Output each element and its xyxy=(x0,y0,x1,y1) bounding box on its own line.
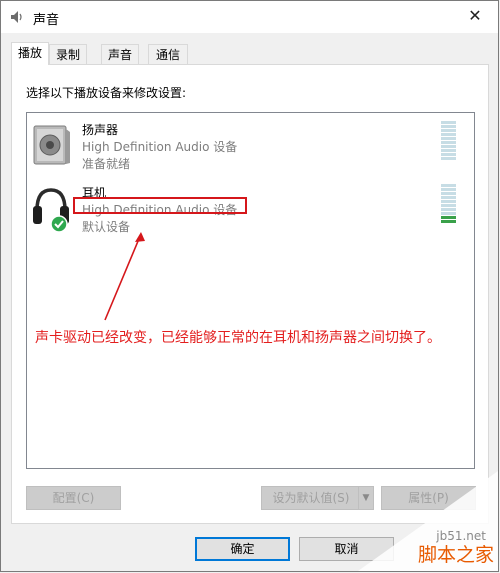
volume-meter xyxy=(441,184,456,224)
speaker-icon xyxy=(9,9,25,25)
highlight-box xyxy=(73,197,247,214)
playback-panel: 选择以下播放设备来修改设置: 扬声器 High Definition Audio… xyxy=(11,64,489,524)
set-default-button[interactable]: 设为默认值(S) xyxy=(261,486,361,510)
ok-button[interactable]: 确定 xyxy=(195,537,290,561)
arrow-icon xyxy=(104,232,145,321)
annotation-text: 声卡驱动已经改变，已经能够正常的在耳机和扬声器之间切换了。 xyxy=(35,330,441,346)
speaker-device-icon xyxy=(31,123,71,167)
device-status: 准备就绪 xyxy=(82,157,131,171)
device-list[interactable]: 扬声器 High Definition Audio 设备 准备就绪 耳机 Hig… xyxy=(26,112,475,469)
device-item-headphones[interactable]: 耳机 High Definition Audio 设备 默认设备 xyxy=(27,184,474,244)
configure-button[interactable]: 配置(C) xyxy=(26,486,121,510)
device-name: 扬声器 xyxy=(82,123,119,137)
device-item-speakers[interactable]: 扬声器 High Definition Audio 设备 准备就绪 xyxy=(27,121,474,181)
device-description: High Definition Audio 设备 xyxy=(82,140,238,154)
tab-recording[interactable]: 录制 xyxy=(49,44,87,64)
headphones-icon xyxy=(31,186,71,233)
tab-sounds[interactable]: 声音 xyxy=(101,44,139,64)
tab-communications[interactable]: 通信 xyxy=(148,44,188,64)
title-bar[interactable]: 声音 ✕ xyxy=(1,1,498,33)
sound-dialog: 声音 ✕ 播放 录制 声音 通信 选择以下播放设备来修改设置: 扬声器 High… xyxy=(0,0,499,572)
window-title: 声音 xyxy=(33,13,60,28)
close-button[interactable]: ✕ xyxy=(452,1,498,33)
tab-playback[interactable]: 播放 xyxy=(11,42,49,65)
watermark-brand: 脚本之家 xyxy=(417,544,494,566)
instruction-text: 选择以下播放设备来修改设置: xyxy=(26,86,187,100)
volume-meter xyxy=(441,121,456,161)
